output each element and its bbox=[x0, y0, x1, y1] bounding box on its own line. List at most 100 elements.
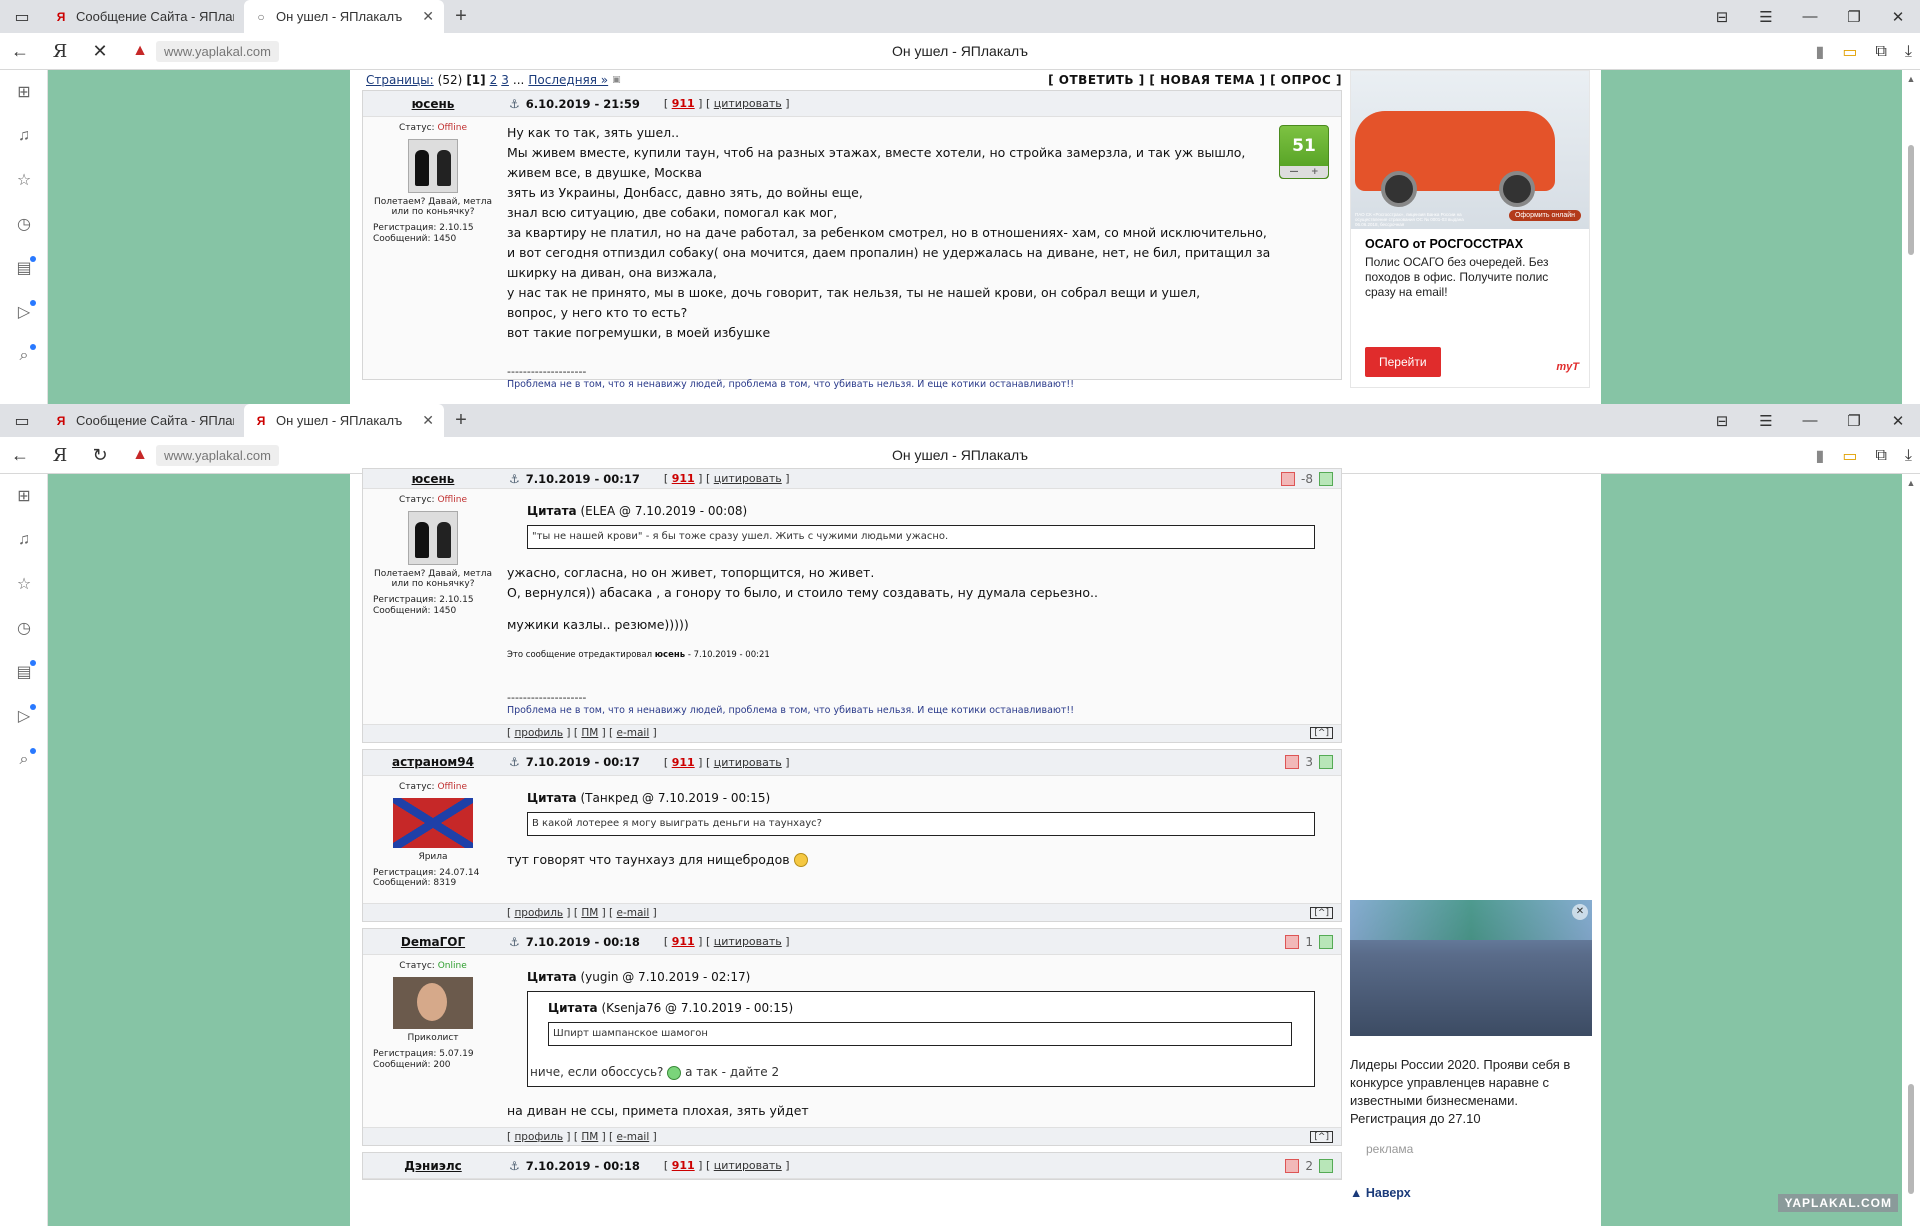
menu-icon[interactable]: ☰ bbox=[1744, 404, 1788, 437]
rate-up-icon[interactable] bbox=[1319, 1158, 1333, 1173]
last-page-link[interactable]: Последняя » bbox=[528, 73, 608, 87]
zen-icon[interactable]: ▤ bbox=[0, 650, 48, 694]
pages-label[interactable]: Страницы: bbox=[366, 73, 434, 87]
profile-link[interactable]: профиль bbox=[514, 1131, 563, 1143]
apps-icon[interactable]: ⊞ bbox=[0, 70, 48, 114]
avatar[interactable] bbox=[408, 511, 458, 565]
anchor-icon[interactable]: ⚓ bbox=[509, 1159, 520, 1173]
minimize-icon[interactable]: — bbox=[1788, 404, 1832, 437]
video-icon[interactable]: ▷ bbox=[0, 694, 48, 738]
ad-title[interactable]: ОСАГО от РОСГОССТРАХ bbox=[1365, 237, 1575, 251]
ad-cta[interactable]: Оформить онлайн bbox=[1508, 210, 1581, 221]
collections-icon[interactable]: ⧉ bbox=[1875, 447, 1886, 465]
ad-go-button[interactable]: Перейти bbox=[1365, 347, 1441, 377]
topic-actions[interactable]: [ ОТВЕТИТЬ ] [ НОВАЯ ТЕМА ] [ ОПРОС ] bbox=[1048, 73, 1342, 87]
rate-up-icon[interactable] bbox=[1319, 755, 1333, 770]
sidebar-toggle-icon[interactable]: ▭ bbox=[0, 0, 44, 33]
pm-link[interactable]: ПМ bbox=[581, 727, 598, 739]
ad-photo[interactable]: ✕ bbox=[1350, 900, 1592, 1036]
new-tab-button[interactable]: + bbox=[444, 404, 478, 437]
download-icon[interactable]: ⤓ bbox=[1905, 447, 1912, 465]
quote-link[interactable]: цитировать bbox=[714, 756, 782, 769]
report-link[interactable]: 911 bbox=[672, 935, 695, 948]
post-author[interactable]: астраном94 bbox=[363, 755, 503, 769]
report-link[interactable]: 911 bbox=[672, 756, 695, 769]
anchor-icon[interactable]: ⚓ bbox=[509, 755, 520, 769]
pm-link[interactable]: ПМ bbox=[581, 1131, 598, 1143]
rate-down-icon[interactable] bbox=[1281, 471, 1296, 486]
notifications-icon[interactable]: ♫ bbox=[0, 114, 48, 158]
email-link[interactable]: e-mail bbox=[617, 907, 650, 919]
yandex-icon[interactable]: Я bbox=[40, 445, 80, 466]
back-to-top-link[interactable]: ▲ Наверх bbox=[1350, 1186, 1595, 1200]
report-link[interactable]: 911 bbox=[672, 472, 695, 485]
warning-icon[interactable]: ▲ bbox=[130, 445, 150, 465]
bookmark-icon[interactable]: ▮ bbox=[1816, 446, 1825, 466]
yandex-icon[interactable]: Я bbox=[40, 41, 80, 62]
battery-icon[interactable]: ▭ bbox=[1842, 42, 1857, 62]
post-author[interactable]: Дэниэлс bbox=[363, 1159, 503, 1173]
quote-link[interactable]: цитировать bbox=[714, 97, 782, 110]
bookmarks-icon[interactable]: ⊟ bbox=[1700, 0, 1744, 33]
ad-image[interactable]: ПАО СК «Росгосстрах», лицензия Банка Рос… bbox=[1351, 71, 1589, 229]
favorites-icon[interactable]: ☆ bbox=[0, 562, 48, 606]
search-doc-icon[interactable]: ⌕ bbox=[0, 738, 48, 782]
email-link[interactable]: e-mail bbox=[617, 727, 650, 739]
scrollbar[interactable]: ▲ bbox=[1902, 70, 1920, 404]
history-icon[interactable]: ◷ bbox=[0, 606, 48, 650]
jump-icon[interactable]: ▣ bbox=[612, 75, 621, 85]
post-author[interactable]: DemaГОГ bbox=[363, 935, 503, 949]
ad-osago[interactable]: ПАО СК «Росгосстрах», лицензия Банка Рос… bbox=[1350, 70, 1590, 388]
close-tab-icon[interactable]: ✕ bbox=[422, 8, 434, 25]
rate-up-icon[interactable] bbox=[1319, 934, 1333, 949]
anchor-icon[interactable]: ⚓ bbox=[509, 472, 520, 486]
profile-link[interactable]: профиль bbox=[514, 907, 563, 919]
history-icon[interactable]: ◷ bbox=[0, 202, 48, 246]
scroll-top-button[interactable]: [^] bbox=[1310, 906, 1333, 919]
scrollbar[interactable]: ▲ bbox=[1902, 474, 1920, 1226]
battery-icon[interactable]: ▭ bbox=[1842, 446, 1857, 466]
url-field[interactable]: www.yaplakal.com bbox=[156, 40, 279, 62]
minimize-icon[interactable]: — bbox=[1788, 0, 1832, 33]
close-tab-icon[interactable]: ✕ bbox=[422, 412, 434, 429]
quote-link[interactable]: цитировать bbox=[714, 935, 782, 948]
video-icon[interactable]: ▷ bbox=[0, 290, 48, 334]
collections-icon[interactable]: ⧉ bbox=[1875, 43, 1886, 61]
avatar[interactable] bbox=[393, 977, 473, 1030]
close-window-icon[interactable]: ✕ bbox=[1876, 0, 1920, 33]
reload-icon[interactable]: ↻ bbox=[80, 445, 120, 466]
rate-down-icon[interactable] bbox=[1285, 1158, 1300, 1173]
avatar[interactable] bbox=[408, 139, 458, 193]
page-2-link[interactable]: 2 bbox=[490, 73, 498, 87]
warning-icon[interactable]: ▲ bbox=[130, 41, 150, 61]
notifications-icon[interactable]: ♫ bbox=[0, 518, 48, 562]
profile-link[interactable]: профиль bbox=[514, 727, 563, 739]
bookmark-icon[interactable]: ▮ bbox=[1816, 42, 1825, 62]
report-link[interactable]: 911 bbox=[672, 97, 695, 110]
tab-active[interactable]: Я Он ушел - ЯПлакалъ ✕ bbox=[244, 404, 444, 437]
restore-icon[interactable]: ❐ bbox=[1832, 404, 1876, 437]
favorites-icon[interactable]: ☆ bbox=[0, 158, 48, 202]
stop-icon[interactable]: ✕ bbox=[80, 41, 120, 62]
anchor-icon[interactable]: ⚓ bbox=[509, 97, 520, 111]
url-field[interactable]: www.yaplakal.com bbox=[156, 444, 279, 466]
tab-active[interactable]: ○ Он ушел - ЯПлакалъ ✕ bbox=[244, 0, 444, 33]
download-icon[interactable]: ⤓ bbox=[1905, 43, 1912, 61]
page-3-link[interactable]: 3 bbox=[501, 73, 509, 87]
anchor-icon[interactable]: ⚓ bbox=[509, 935, 520, 949]
report-link[interactable]: 911 bbox=[672, 1159, 695, 1172]
email-link[interactable]: e-mail bbox=[617, 1131, 650, 1143]
menu-icon[interactable]: ☰ bbox=[1744, 0, 1788, 33]
zen-icon[interactable]: ▤ bbox=[0, 246, 48, 290]
rating-badge[interactable]: 51 — + bbox=[1279, 125, 1329, 179]
sidebar-toggle-icon[interactable]: ▭ bbox=[0, 404, 44, 437]
ad-text[interactable]: Лидеры России 2020. Прояви себя в конкур… bbox=[1350, 1056, 1595, 1128]
scroll-top-button[interactable]: [^] bbox=[1310, 1130, 1333, 1143]
bookmarks-icon[interactable]: ⊟ bbox=[1700, 404, 1744, 437]
rate-down-icon[interactable] bbox=[1285, 934, 1300, 949]
rate-down-icon[interactable] bbox=[1285, 755, 1300, 770]
pm-link[interactable]: ПМ bbox=[581, 907, 598, 919]
restore-icon[interactable]: ❐ bbox=[1832, 0, 1876, 33]
scroll-up-icon[interactable]: ▲ bbox=[1902, 478, 1920, 488]
back-icon[interactable]: ← bbox=[0, 41, 40, 62]
